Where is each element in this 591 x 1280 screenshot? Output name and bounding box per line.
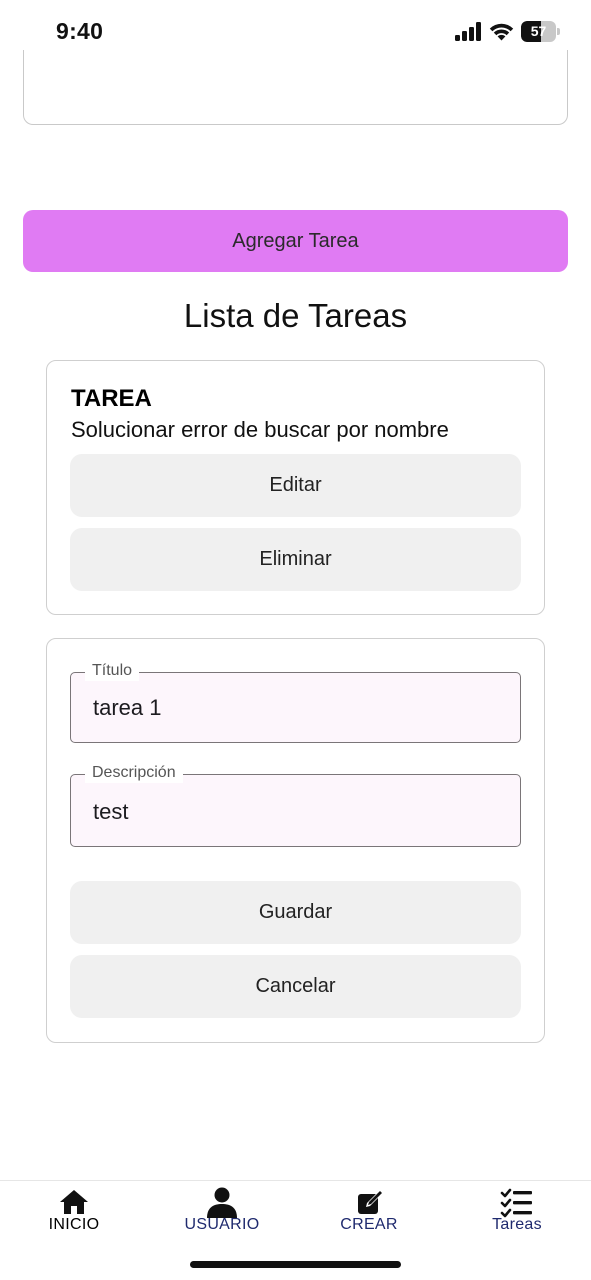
nav-label-tareas: Tareas [492, 1216, 542, 1233]
task-list-icon [500, 1188, 532, 1218]
title-field-label: Título [85, 661, 140, 681]
task-card: TAREA Solucionar error de buscar por nom… [46, 360, 545, 615]
task-list-title: Lista de Tareas [183, 297, 408, 334]
title-field[interactable]: Título tarea 1 [70, 661, 521, 743]
battery-body: 57 [521, 21, 556, 42]
battery-icon: 57 [521, 21, 561, 42]
description-field[interactable]: Descripción test [70, 763, 521, 847]
save-button[interactable]: Guardar [70, 881, 521, 944]
edit-icon [358, 1191, 382, 1214]
edit-task-card: Título tarea 1 Descripción test Guardar … [46, 638, 545, 1043]
task-description: Solucionar error de buscar por nombre [71, 417, 449, 442]
nav-item-tareas[interactable]: Tareas [443, 1181, 591, 1251]
description-field-label: Descripción [85, 763, 183, 783]
home-icon [60, 1190, 88, 1214]
nav-item-crear[interactable]: CREAR [295, 1181, 443, 1251]
title-field-value: tarea 1 [93, 695, 162, 720]
description-field-value: test [93, 799, 129, 824]
nav-label-crear: CREAR [340, 1216, 398, 1233]
task-heading: TAREA [71, 385, 152, 412]
battery-level: 57 [530, 23, 547, 39]
battery-cap [557, 28, 560, 35]
cancel-button[interactable]: Cancelar [70, 955, 521, 1018]
app-screen: 9:40 57 Agregar Tarea Lista de Tareas TA… [0, 0, 591, 1280]
delete-button[interactable]: Eliminar [70, 528, 521, 591]
nav-label-inicio: INICIO [48, 1216, 100, 1233]
edit-button[interactable]: Editar [70, 454, 521, 517]
status-time: 9:40 [56, 18, 104, 44]
add-task-button[interactable]: Agregar Tarea [23, 210, 568, 272]
description-textarea[interactable] [23, 50, 568, 125]
cellular-signal-icon [455, 22, 481, 41]
nav-item-inicio[interactable]: INICIO [0, 1181, 148, 1251]
wifi-icon [489, 23, 514, 41]
nav-item-usuario[interactable]: USUARIO [148, 1181, 296, 1251]
home-indicator[interactable] [190, 1261, 401, 1268]
nav-label-usuario: USUARIO [184, 1216, 260, 1233]
user-icon [207, 1187, 237, 1218]
